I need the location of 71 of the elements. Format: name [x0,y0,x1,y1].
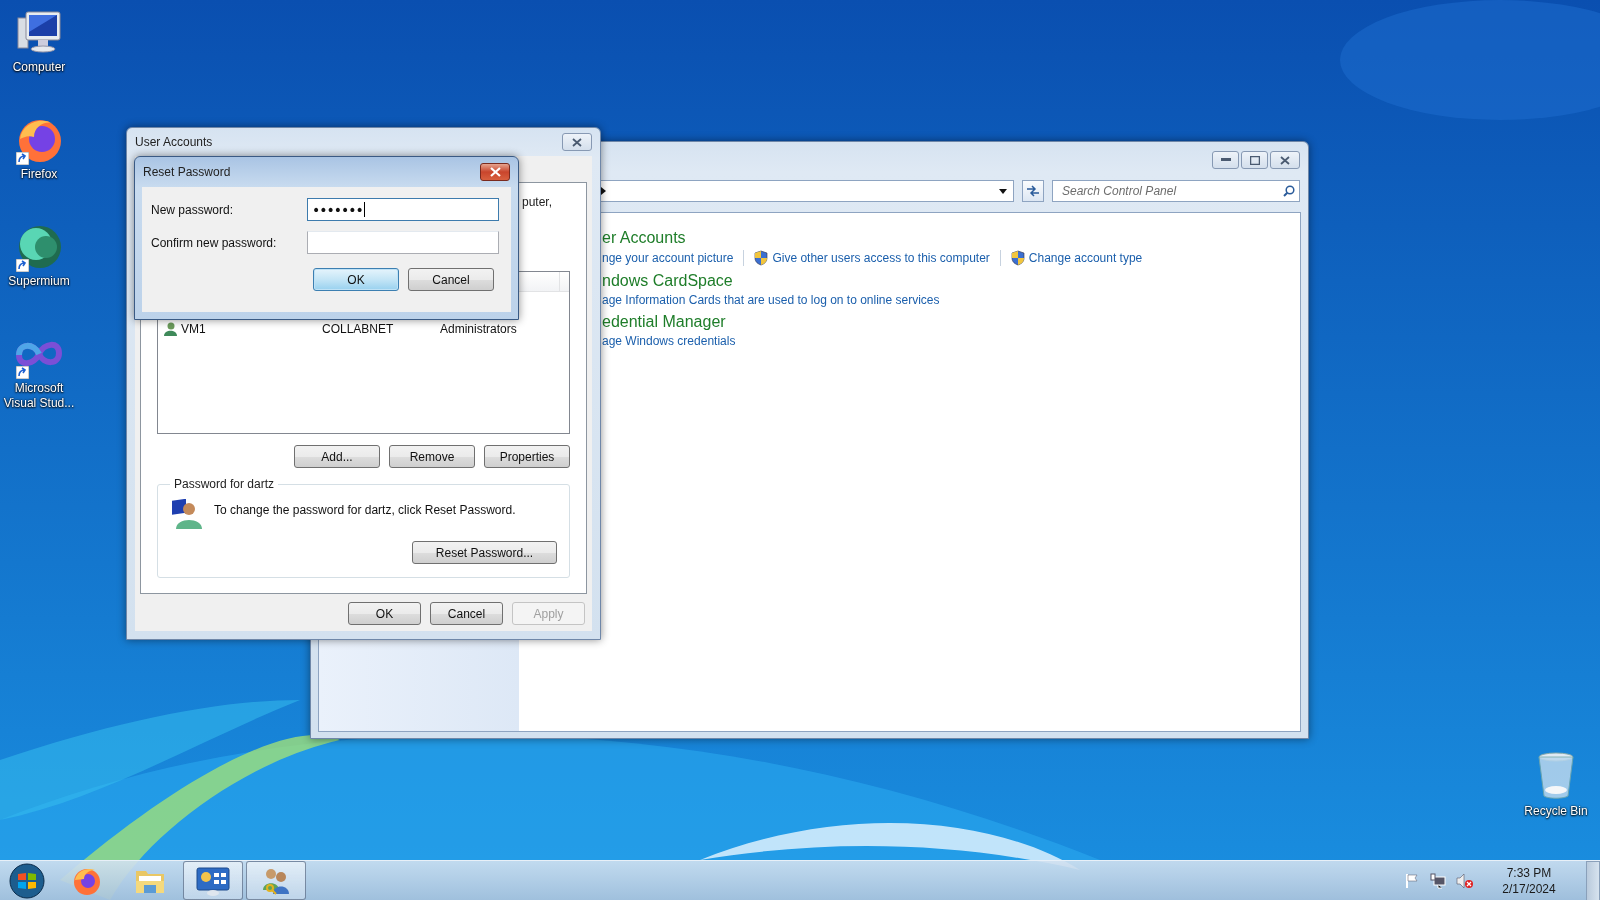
window-title: Reset Password [143,165,231,179]
group-cell-text: Administrators [440,322,518,336]
icon-label: Recycle Bin [1524,804,1588,819]
muted-speaker-icon[interactable] [1456,872,1474,889]
field-label: New password: [151,202,234,217]
shortcut-arrow-icon [16,366,29,379]
user-icon [162,321,178,337]
desktop-shortcut[interactable]: Microsoft Visual Stud... [1,329,77,411]
list-action-button[interactable]: Properties [484,445,570,468]
recycle-bin-icon [1536,752,1576,800]
search-icon [1283,185,1295,197]
search-field[interactable]: Search Control Panel [1060,183,1283,199]
minimize-button[interactable] [1212,151,1239,169]
breadcrumb-arrow-icon [601,187,606,195]
shortcut-arrow-icon [16,259,29,272]
section-heading[interactable]: edential Manager [602,313,1300,331]
icon-label: Microsoft Visual Stud... [2,381,76,411]
taskbar-button[interactable] [246,861,306,900]
reset-password-button[interactable]: Reset Password... [412,541,557,564]
dialog-button[interactable]: Cancel [430,602,503,625]
network-icon[interactable] [1430,872,1446,889]
description-text: puter, [522,195,553,209]
task-link[interactable]: nge your account picture [602,251,734,265]
control-panel-icon [196,865,230,896]
clock[interactable]: 7:33 PM 2/17/2024 [1498,864,1560,897]
icon-label: Firefox [20,167,58,182]
maximize-button[interactable] [1241,151,1268,169]
maximize-icon [1249,155,1260,165]
task-link[interactable]: age Information Cards that are used to log on to online services [602,293,940,307]
user-name: VM1 [181,322,206,336]
section-heading[interactable]: er Accounts [602,229,1300,247]
desktop-shortcut[interactable]: Supermium [1,222,77,289]
password-field[interactable] [307,231,499,254]
dialog-button[interactable]: OK [313,268,399,291]
task-link[interactable]: Give other users access to this computer [772,251,990,265]
domain-cell-text: COLLABNET [322,322,395,336]
section-heading[interactable]: ndows CardSpace [602,272,1300,290]
close-icon [489,167,501,177]
dropdown-caret-icon[interactable] [999,188,1007,194]
icon-label: Computer [12,60,66,75]
desktop-shortcut[interactable]: Recycle Bin [1516,752,1596,819]
close-icon [572,137,582,147]
list-action-button[interactable]: Add... [294,445,380,468]
window-title: User Accounts [135,135,213,149]
icon-label: Supermium [8,274,70,289]
close-button[interactable] [562,133,592,151]
task-link[interactable]: age Windows credentials [602,334,736,348]
shortcut-arrow-icon [16,152,29,165]
clock-time: 7:33 PM [1506,864,1552,881]
taskbar-button[interactable] [183,861,243,900]
refresh-icon [1026,185,1040,197]
clock-date: 2/17/2024 [1502,880,1556,897]
task-link[interactable]: Change account type [1028,251,1143,265]
refresh-button[interactable] [1022,180,1044,202]
desktop-shortcut[interactable]: Computer [1,8,77,75]
shield-icon [754,250,769,266]
close-icon [1280,155,1290,165]
user-monitor-icon [170,499,204,531]
dialog-button[interactable]: OK [348,602,421,625]
close-button[interactable] [1270,151,1300,169]
list-action-button[interactable]: Remove [389,445,475,468]
dialog-button[interactable]: Cancel [408,268,494,291]
password-field[interactable]: ••••••• [307,198,499,221]
desktop-shortcut[interactable]: Firefox [1,115,77,182]
minimize-icon [1220,158,1231,162]
group-title: Password for dartz [173,477,276,491]
field-label: Confirm new password: [151,235,277,250]
search-box[interactable]: Search Control Panel [1052,180,1300,202]
close-button[interactable] [480,163,510,181]
instruction-text: To change the password for dartz, click Reset Password. [214,503,516,517]
shield-icon [1010,250,1025,266]
